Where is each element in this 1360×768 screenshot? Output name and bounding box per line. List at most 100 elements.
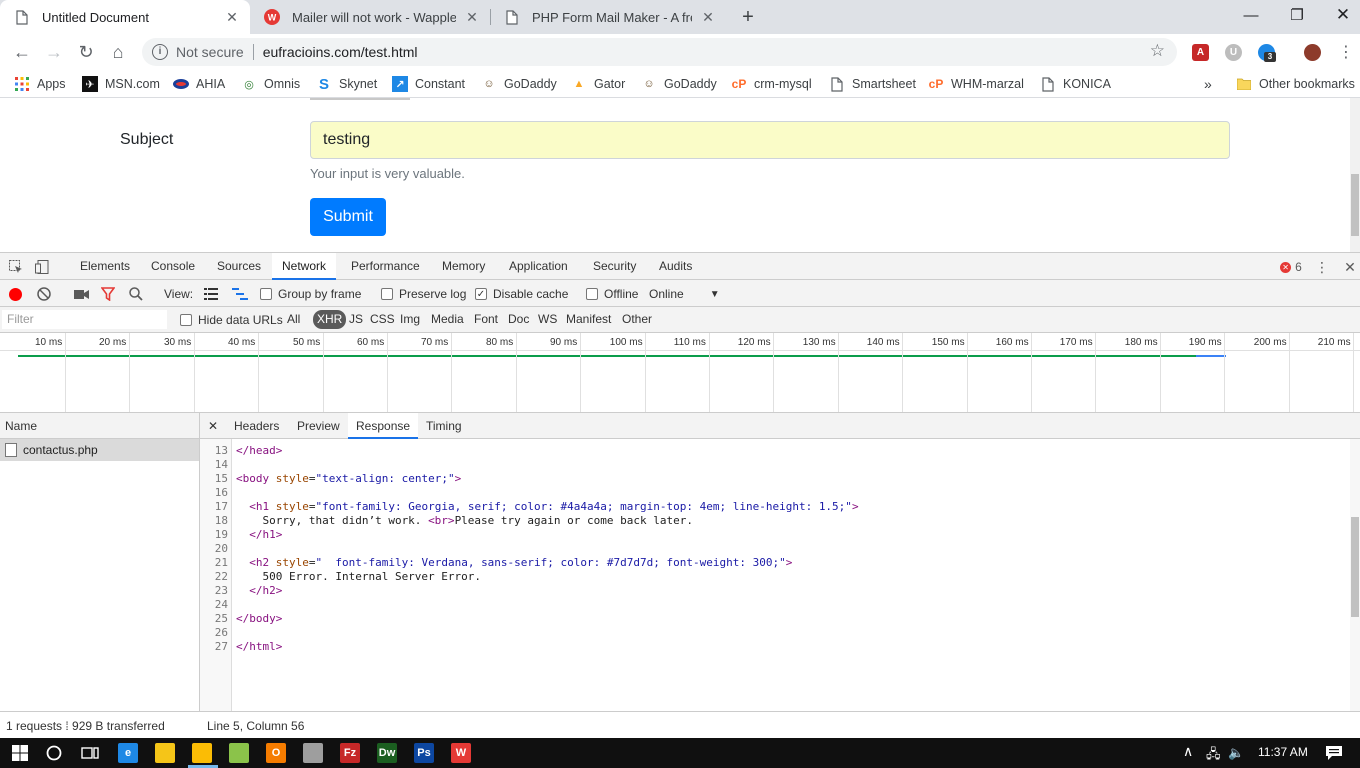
task-view-icon[interactable] [80,743,100,763]
security-indicator[interactable]: Not secure [176,44,244,60]
menu-kebab-icon[interactable]: ⋮ [1334,40,1358,64]
filter-type-img[interactable]: Img [398,310,422,329]
devtools-tab-console[interactable]: Console [141,253,205,280]
filter-type-doc[interactable]: Doc [506,310,531,329]
volume-icon[interactable]: 🔈 [1228,745,1244,761]
submit-button[interactable]: Submit [310,198,386,236]
filter-type-css[interactable]: CSS [368,310,397,329]
waterfall-overview-icon[interactable] [232,286,248,302]
detail-tab-response[interactable]: Response [348,413,419,439]
bookmark-skynet[interactable]: S Skynet [316,75,377,93]
response-scrollbar[interactable] [1350,439,1360,711]
bookmark-crm-mysql[interactable]: cP crm-mysql [731,75,812,93]
filter-type-font[interactable]: Font [472,310,500,329]
checkbox-unchecked[interactable] [260,288,272,300]
taskbar-outlook-icon[interactable]: O [266,743,286,763]
bookmark-godaddy-1[interactable]: ☺ GoDaddy [481,75,556,93]
filter-input[interactable]: Filter [2,310,167,329]
name-column-header[interactable]: Name [0,413,199,439]
action-center-icon[interactable] [1324,743,1344,763]
error-counter[interactable]: ✕ 6 [1276,259,1306,275]
devtools-tab-sources[interactable]: Sources [207,253,271,280]
request-row[interactable]: contactus.php [0,439,199,461]
bookmark-star-icon[interactable]: ☆ [1150,41,1165,61]
group-by-frame-checkbox[interactable]: Group by frame [260,286,361,302]
close-icon[interactable]: ✕ [464,9,480,25]
show-hidden-icons-chevron-icon[interactable]: ∧ [1183,743,1193,760]
disable-cache-checkbox[interactable]: ✓ Disable cache [475,286,568,302]
filter-funnel-icon[interactable] [101,286,115,302]
devtools-menu-kebab-icon[interactable]: ⋮ [1314,259,1330,275]
screenshot-camera-icon[interactable] [74,286,89,302]
devtools-tab-security[interactable]: Security [583,253,646,280]
taskbar-filezilla-icon[interactable]: Fz [340,743,360,763]
device-toolbar-icon[interactable] [34,259,50,275]
new-tab-plus-icon[interactable]: + [738,6,758,28]
taskbar-photoshop-icon[interactable]: Ps [414,743,434,763]
filter-type-media[interactable]: Media [429,310,466,329]
bookmark-omnis[interactable]: ◎ Omnis [241,75,300,93]
filter-type-other[interactable]: Other [620,310,654,329]
taskbar-edge-icon[interactable]: e [118,743,138,763]
profile-avatar[interactable] [1304,44,1321,61]
tab-php-form-mail-maker[interactable]: PHP Form Mail Maker - A free to ✕ [490,0,726,34]
taskbar-clock[interactable]: 11:37 AM [1258,745,1308,759]
preserve-log-checkbox[interactable]: Preserve log [381,286,466,302]
tab-untitled-document[interactable]: Untitled Document ✕ [0,0,250,34]
throttling-select[interactable]: Online ▼ [649,286,720,302]
devtools-tab-memory[interactable]: Memory [432,253,495,280]
close-detail-icon[interactable]: ✕ [208,419,218,433]
detail-tab-preview[interactable]: Preview [289,413,348,439]
address-bar[interactable]: i Not secure eufracioins.com/test.html ☆ [142,38,1177,66]
forward-arrow-icon[interactable]: → [42,40,66,64]
detail-tab-timing[interactable]: Timing [418,413,470,439]
inspect-element-icon[interactable] [8,259,24,275]
clear-icon[interactable] [37,286,51,302]
window-close-icon[interactable]: ✕ [1320,0,1360,30]
bookmark-smartsheet[interactable]: Smartsheet [829,75,916,93]
devtools-close-icon[interactable]: ✕ [1342,259,1358,275]
tab-mailer-wappler[interactable]: W Mailer will not work - Wappler Ge ✕ [250,0,490,34]
extension-u-icon[interactable]: U [1225,44,1242,61]
close-icon[interactable]: ✕ [700,9,716,25]
taskbar-explorer-icon[interactable] [155,743,175,763]
devtools-tab-application[interactable]: Application [499,253,578,280]
bookmark-konica[interactable]: KONICA [1040,75,1111,93]
filter-type-manifest[interactable]: Manifest [564,310,613,329]
taskbar-chrome-icon[interactable] [192,743,212,763]
back-arrow-icon[interactable]: ← [10,40,34,64]
info-icon[interactable]: i [152,44,168,60]
restore-icon[interactable]: ❐ [1274,0,1320,30]
devtools-tab-elements[interactable]: Elements [70,253,140,280]
adobe-acrobat-icon[interactable]: A [1192,44,1209,61]
page-scrollbar[interactable] [1350,98,1360,252]
checkbox-unchecked[interactable] [381,288,393,300]
taskbar-dreamweaver-icon[interactable]: Dw [377,743,397,763]
filter-type-ws[interactable]: WS [536,310,559,329]
devtools-tab-audits[interactable]: Audits [649,253,702,280]
search-icon[interactable] [129,286,143,302]
bookmark-other-bookmarks[interactable]: Other bookmarks [1236,75,1355,93]
cortana-search-icon[interactable] [44,743,64,763]
record-icon[interactable] [9,286,22,302]
response-code-viewer[interactable]: 13 </head> 14 15 <body style="text-align: ce… [200,439,1350,711]
extension-people-icon[interactable]: 3 [1258,44,1276,62]
windows-start-icon[interactable] [10,743,30,763]
page-scrollbar-thumb[interactable] [1351,174,1359,236]
subject-input[interactable]: testing [310,121,1230,159]
taskbar-wappler-icon[interactable]: W [451,743,471,763]
bookmark-msn[interactable]: ✈ MSN.com [82,75,160,93]
bookmark-godaddy-2[interactable]: ☺ GoDaddy [641,75,716,93]
taskbar-notepad-icon[interactable] [229,743,249,763]
checkbox-unchecked[interactable] [180,314,192,326]
reload-icon[interactable]: ↻ [74,40,98,64]
checkbox-checked-icon[interactable]: ✓ [475,288,487,300]
bookmark-ahia[interactable]: AHIA [173,75,225,93]
devtools-tab-performance[interactable]: Performance [341,253,430,280]
detail-tab-headers[interactable]: Headers [226,413,287,439]
bookmarks-overflow-chevron-icon[interactable]: » [1204,75,1212,93]
filter-type-xhr[interactable]: XHR [313,310,347,329]
hide-data-urls-checkbox[interactable]: Hide data URLs [180,312,283,328]
checkbox-unchecked[interactable] [586,288,598,300]
close-icon[interactable]: ✕ [224,9,240,25]
